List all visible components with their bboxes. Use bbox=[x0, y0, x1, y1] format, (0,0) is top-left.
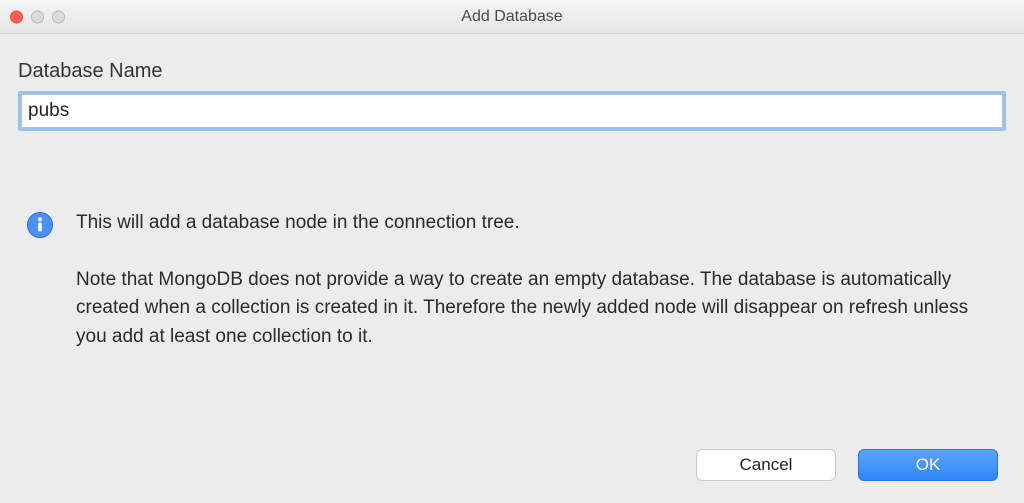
dialog-buttons: Cancel OK bbox=[696, 449, 998, 481]
database-name-label: Database Name bbox=[18, 60, 1006, 83]
info-icon bbox=[26, 211, 54, 239]
close-window-button[interactable] bbox=[10, 10, 23, 23]
dialog-content: Database Name This will add a database n… bbox=[0, 34, 1024, 351]
info-line-2: Note that MongoDB does not provide a way… bbox=[76, 266, 996, 352]
info-text: This will add a database node in the con… bbox=[76, 209, 996, 351]
window-title: Add Database bbox=[461, 8, 562, 26]
window-controls bbox=[10, 10, 65, 23]
maximize-window-button[interactable] bbox=[52, 10, 65, 23]
ok-button[interactable]: OK bbox=[858, 449, 998, 481]
database-name-input[interactable] bbox=[21, 94, 1003, 128]
minimize-window-button[interactable] bbox=[31, 10, 44, 23]
info-line-1: This will add a database node in the con… bbox=[76, 209, 996, 238]
cancel-button[interactable]: Cancel bbox=[696, 449, 836, 481]
database-name-input-wrap bbox=[18, 91, 1006, 131]
titlebar: Add Database bbox=[0, 0, 1024, 34]
info-section: This will add a database node in the con… bbox=[18, 209, 1006, 351]
